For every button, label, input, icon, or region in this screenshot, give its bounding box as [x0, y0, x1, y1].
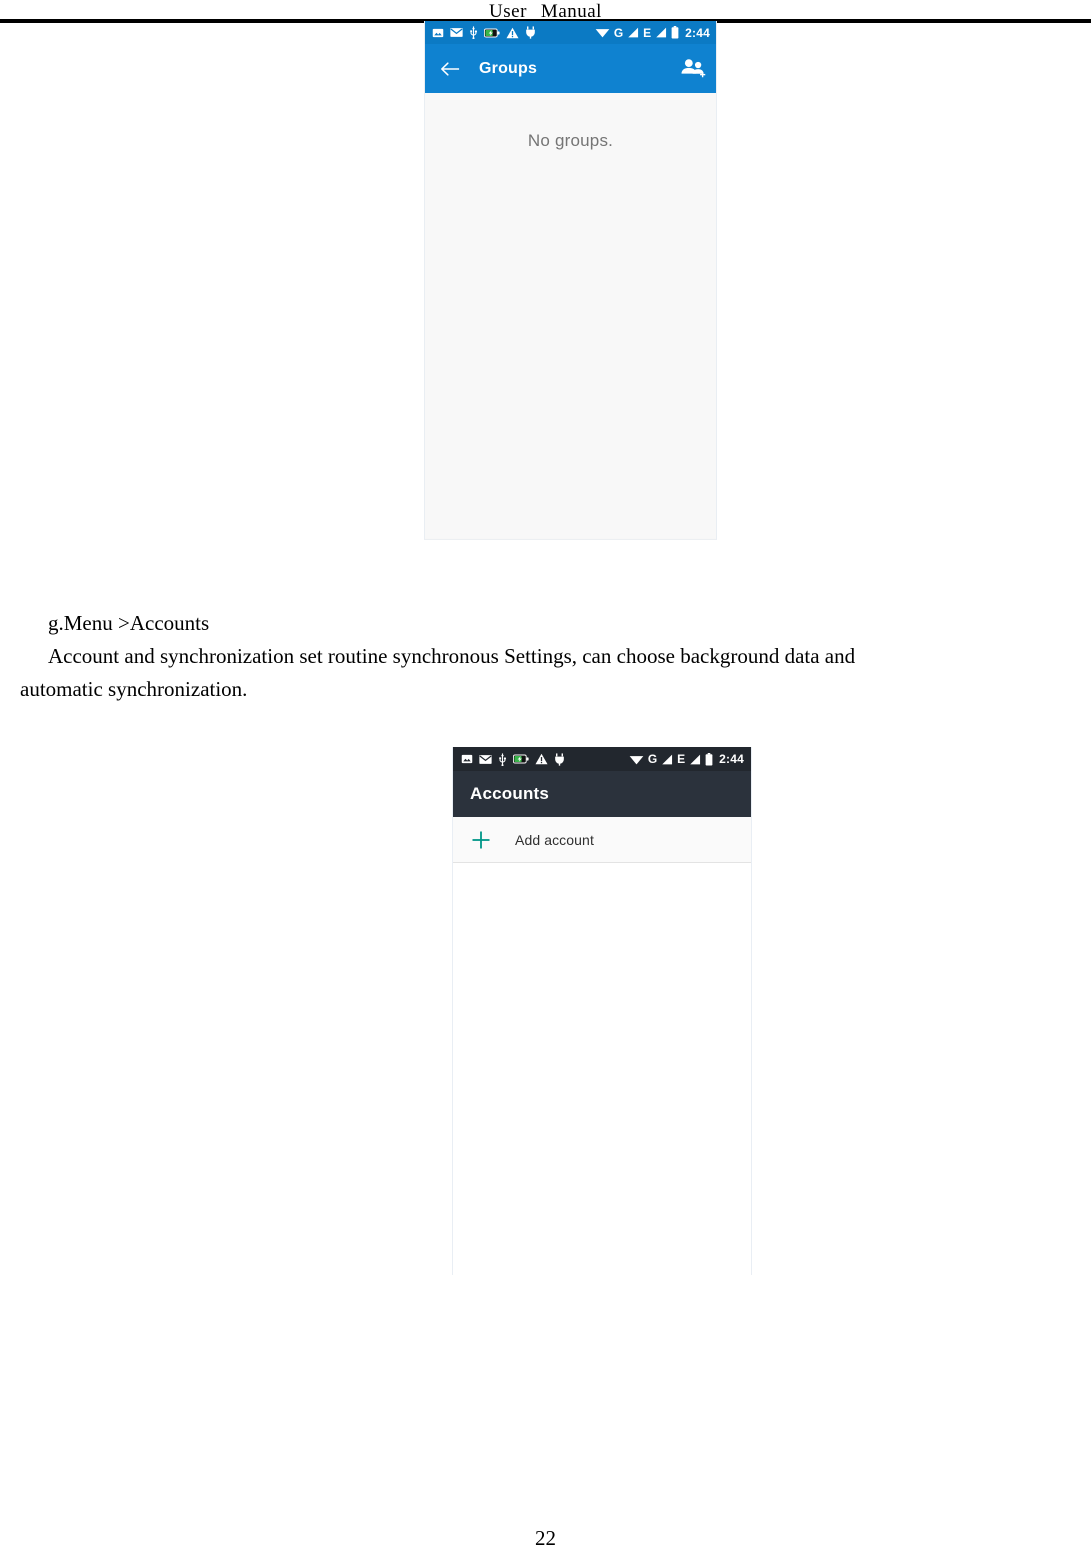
status-bar-right-icons: G E 2:44: [629, 752, 744, 766]
plus-icon: [470, 829, 492, 851]
wifi-icon: [595, 27, 610, 38]
wifi-icon: [629, 754, 644, 765]
signal-bars-icon: [627, 27, 639, 38]
section-body-line-1: Account and synchronization set routine …: [48, 644, 856, 668]
add-group-icon[interactable]: [680, 57, 706, 81]
section-body-line-2: automatic synchronization.: [20, 677, 248, 701]
signal-bars-icon: [661, 754, 673, 765]
accounts-list: [453, 863, 751, 1273]
empty-state-message: No groups.: [527, 131, 614, 150]
page-number: 22: [535, 1526, 556, 1550]
section-heading: g.Menu >Accounts: [20, 607, 1075, 640]
image-icon: [432, 27, 444, 39]
add-account-row[interactable]: Add account: [453, 817, 751, 863]
accounts-app-bar: Accounts: [453, 771, 751, 817]
warning-icon: [506, 27, 519, 39]
status-bar: G E 2:44: [453, 747, 751, 771]
add-account-label: Add account: [515, 831, 594, 848]
image-icon: [461, 753, 473, 765]
status-bar-left-icons: [432, 26, 536, 39]
sim2-network-label: E: [677, 752, 686, 766]
groups-title: Groups: [479, 59, 538, 77]
status-bar-right-icons: G E 2:44: [595, 26, 710, 40]
status-bar: G E 2:44: [425, 21, 716, 44]
sim1-network-label: G: [613, 25, 624, 40]
battery-icon: [671, 26, 679, 39]
status-bar-clock: 2:44: [685, 25, 710, 40]
groups-app-bar: Groups: [425, 44, 716, 93]
status-bar-left-icons: [461, 752, 565, 766]
accounts-content: Add account: [453, 817, 751, 1275]
usb-icon: [498, 752, 507, 766]
screenshot-groups: G E 2:44 Groups No groups.: [424, 21, 717, 540]
email-icon: [450, 27, 463, 38]
usb-debug-icon: [554, 752, 565, 766]
section-body: Account and synchronization set routine …: [20, 640, 1075, 706]
sim2-network-label: E: [643, 25, 652, 40]
battery-charging-icon: [484, 28, 500, 38]
signal-bars-icon: [689, 754, 701, 765]
warning-icon: [535, 753, 548, 765]
section-heading-text: g.Menu >Accounts: [48, 611, 210, 635]
accounts-title: Accounts: [470, 784, 550, 803]
sim1-network-label: G: [647, 752, 658, 766]
screenshot-accounts: G E 2:44 Accounts Add account: [452, 747, 752, 1275]
battery-icon: [705, 752, 713, 766]
email-icon: [479, 754, 492, 765]
groups-content: No groups.: [425, 93, 716, 538]
usb-debug-icon: [525, 26, 536, 39]
battery-charging-icon: [513, 754, 529, 764]
signal-bars-icon: [655, 27, 667, 38]
back-arrow-icon[interactable]: [439, 58, 461, 80]
status-bar-clock: 2:44: [719, 752, 744, 766]
usb-icon: [469, 26, 478, 39]
